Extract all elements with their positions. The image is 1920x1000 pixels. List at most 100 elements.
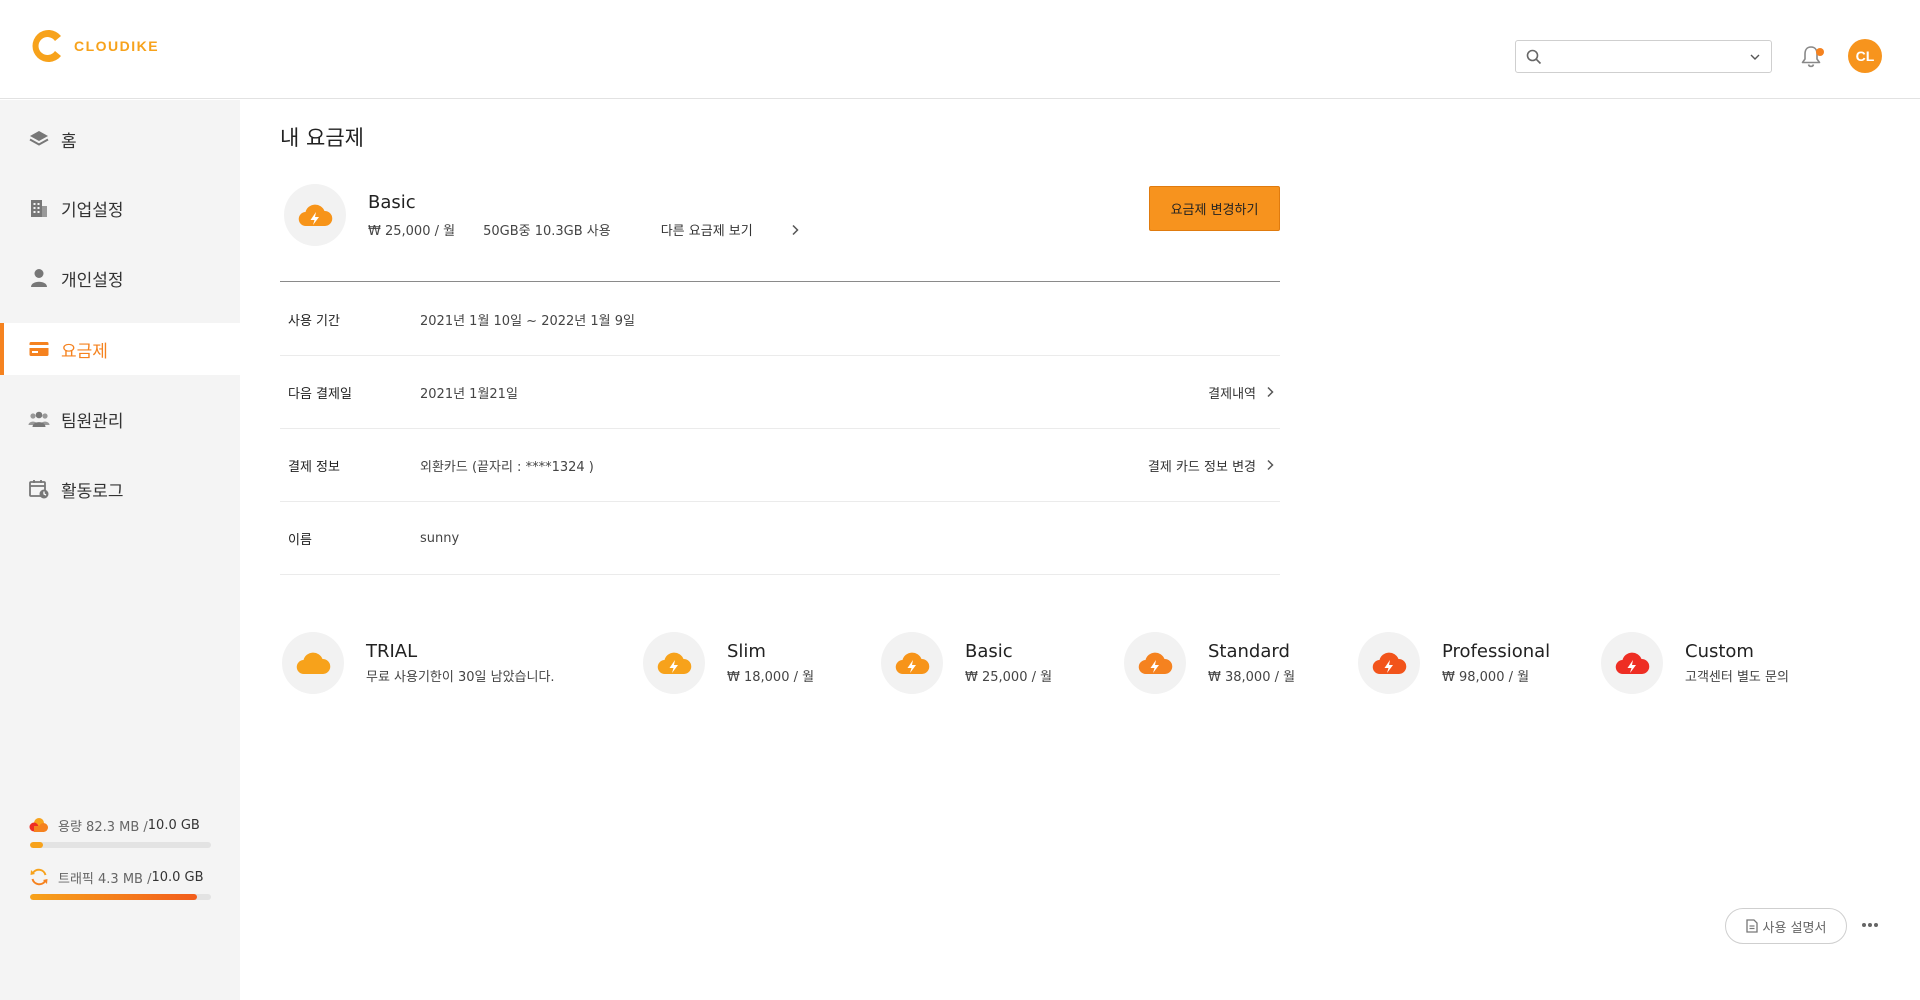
traffic-usage-text: 트래픽 4.3 MB / (58, 871, 152, 887)
plan-option-icon (1601, 632, 1663, 694)
sidebar: 홈 기업설정 개인설정 요금제 팀원관리 활동로그 용량 82.3 MB / 1… (0, 100, 240, 1000)
change-plan-button[interactable]: 요금제 변경하기 (1149, 186, 1280, 231)
search-box[interactable] (1515, 40, 1772, 73)
plan-option-price: ₩ 38,000 / 월 (1208, 670, 1296, 685)
plan-option-icon (1124, 632, 1186, 694)
user-manual-button[interactable]: 사용 설명서 (1725, 908, 1847, 944)
payment-history-link[interactable]: 결제내역 (1208, 383, 1274, 402)
sidebar-item-personal-settings[interactable]: 개인설정 (0, 252, 240, 304)
cloud-bolt-icon (657, 652, 692, 675)
current-plan-usage: 50GB중 10.3GB 사용 (483, 224, 611, 239)
plan-option-professional[interactable]: Professional ₩ 98,000 / 월 (1358, 632, 1550, 694)
plans-list: TRIAL 무료 사용기한이 30일 남았습니다. Slim ₩ 18,000 … (280, 632, 1880, 694)
plan-option-standard[interactable]: Standard ₩ 38,000 / 월 (1124, 632, 1295, 694)
storage-progress-bar (30, 842, 211, 848)
sidebar-item-label: 개인설정 (61, 270, 124, 291)
info-row-period: 사용 기간 2021년 1월 10일 ~ 2022년 1월 9일 (280, 283, 1280, 356)
storage-cloud-icon (28, 815, 50, 835)
chevron-right-icon (1267, 386, 1274, 398)
cloud-bolt-icon (1615, 652, 1650, 675)
change-card-label: 결제 카드 정보 변경 (1147, 459, 1256, 475)
chevron-right-icon (1267, 459, 1274, 471)
sidebar-item-label: 홈 (61, 131, 77, 152)
storage-usage-text: 용량 82.3 MB / (58, 819, 148, 835)
plan-option-slim[interactable]: Slim ₩ 18,000 / 월 (643, 632, 814, 694)
info-label: 사용 기간 (288, 313, 340, 329)
info-row-name: 이름 sunny (280, 502, 1280, 575)
search-input[interactable] (1550, 42, 1741, 71)
info-row-payment-info: 결제 정보 외환카드 (끝자리 : ****1324 ) 결제 카드 정보 변경 (280, 429, 1280, 502)
sidebar-item-label: 활동로그 (61, 481, 124, 502)
traffic-usage: 트래픽 4.3 MB / 10.0 GB (28, 867, 213, 900)
logo-text: CLOUDIKE (74, 38, 160, 54)
change-card-link[interactable]: 결제 카드 정보 변경 (1148, 456, 1274, 475)
notification-badge (1816, 48, 1824, 56)
team-icon (28, 408, 50, 430)
building-icon (28, 197, 50, 219)
sidebar-item-label: 팀원관리 (61, 411, 124, 432)
plan-option-name: Standard (1208, 641, 1290, 662)
cloud-bolt-icon (298, 204, 333, 227)
plan-option-price: 무료 사용기한이 30일 남았습니다. (366, 670, 555, 685)
cloudike-logo[interactable]: CLOUDIKE (28, 26, 159, 66)
document-icon (1745, 919, 1758, 933)
user-manual-label: 사용 설명서 (1762, 920, 1827, 936)
sidebar-item-plan[interactable]: 요금제 (0, 323, 240, 375)
plan-option-trial[interactable]: TRIAL 무료 사용기한이 30일 남았습니다. (282, 632, 555, 694)
plan-info-table: 사용 기간 2021년 1월 10일 ~ 2022년 1월 9일 다음 결제일 … (280, 283, 1280, 575)
current-plan-name: Basic (368, 192, 416, 213)
plan-option-basic[interactable]: Basic ₩ 25,000 / 월 (881, 632, 1052, 694)
plan-option-custom[interactable]: Custom 고객센터 별도 문의 (1601, 632, 1789, 694)
cloudike-logo-icon (32, 30, 61, 62)
storage-total: 10.0 GB (147, 817, 200, 833)
credit-card-icon (28, 338, 50, 360)
storage-progress-fill (30, 842, 43, 848)
plan-option-name: Custom (1685, 641, 1754, 662)
plan-option-icon (881, 632, 943, 694)
cloud-bolt-icon (895, 652, 930, 675)
plan-option-name: Slim (727, 641, 766, 662)
info-row-next-payment: 다음 결제일 2021년 1월21일 결제내역 (280, 356, 1280, 429)
info-label: 결제 정보 (288, 459, 340, 475)
search-icon (1526, 49, 1542, 64)
plan-option-price: ₩ 25,000 / 월 (965, 670, 1053, 685)
top-header: CLOUDIKE CL (0, 0, 1920, 99)
info-label: 이름 (288, 532, 312, 548)
cloud-icon (296, 652, 331, 675)
plan-option-price: ₩ 98,000 / 월 (1442, 670, 1530, 685)
plan-option-name: TRIAL (366, 641, 418, 662)
user-avatar[interactable]: CL (1848, 39, 1882, 73)
sidebar-item-team-management[interactable]: 팀원관리 (0, 393, 240, 445)
plan-option-name: Professional (1442, 641, 1551, 662)
sync-icon (28, 867, 50, 887)
info-value: 외환카드 (끝자리 : ****1324 ) (420, 459, 594, 475)
cloud-bolt-icon (1372, 652, 1407, 675)
chevron-right-icon (792, 224, 799, 235)
traffic-progress-bar (30, 894, 211, 900)
storage-usage: 용량 82.3 MB / 10.0 GB (28, 815, 213, 848)
current-plan-icon (284, 184, 346, 246)
more-options-icon[interactable] (1860, 915, 1880, 935)
sidebar-item-activity-log[interactable]: 활동로그 (0, 463, 240, 515)
info-value: 2021년 1월21일 (420, 386, 518, 402)
plan-option-name: Basic (965, 641, 1013, 662)
other-plans-label: 다른 요금제 보기 (660, 224, 753, 239)
sidebar-item-home[interactable]: 홈 (0, 113, 240, 165)
current-plan-price: ₩ 25,000 / 월 (368, 224, 456, 239)
info-value: 2021년 1월 10일 ~ 2022년 1월 9일 (420, 313, 635, 329)
chevron-down-icon[interactable] (1749, 51, 1761, 63)
traffic-progress-fill (30, 894, 197, 900)
plan-option-icon (1358, 632, 1420, 694)
other-plans-link[interactable]: 다른 요금제 보기 (661, 220, 799, 239)
sidebar-item-company-settings[interactable]: 기업설정 (0, 182, 240, 234)
info-label: 다음 결제일 (288, 386, 352, 402)
plan-option-price: 고객센터 별도 문의 (1685, 670, 1789, 685)
sidebar-item-label: 기업설정 (61, 200, 124, 221)
current-plan-meta: ₩ 25,000 / 월 50GB중 10.3GB 사용 다른 요금제 보기 (368, 220, 799, 239)
layers-icon (28, 128, 50, 150)
cloud-bolt-icon (1138, 652, 1173, 675)
sidebar-item-label: 요금제 (61, 341, 108, 362)
traffic-total: 10.0 GB (151, 869, 204, 885)
current-plan-card: Basic ₩ 25,000 / 월 50GB중 10.3GB 사용 다른 요금… (280, 182, 1280, 282)
plan-option-price: ₩ 18,000 / 월 (727, 670, 815, 685)
